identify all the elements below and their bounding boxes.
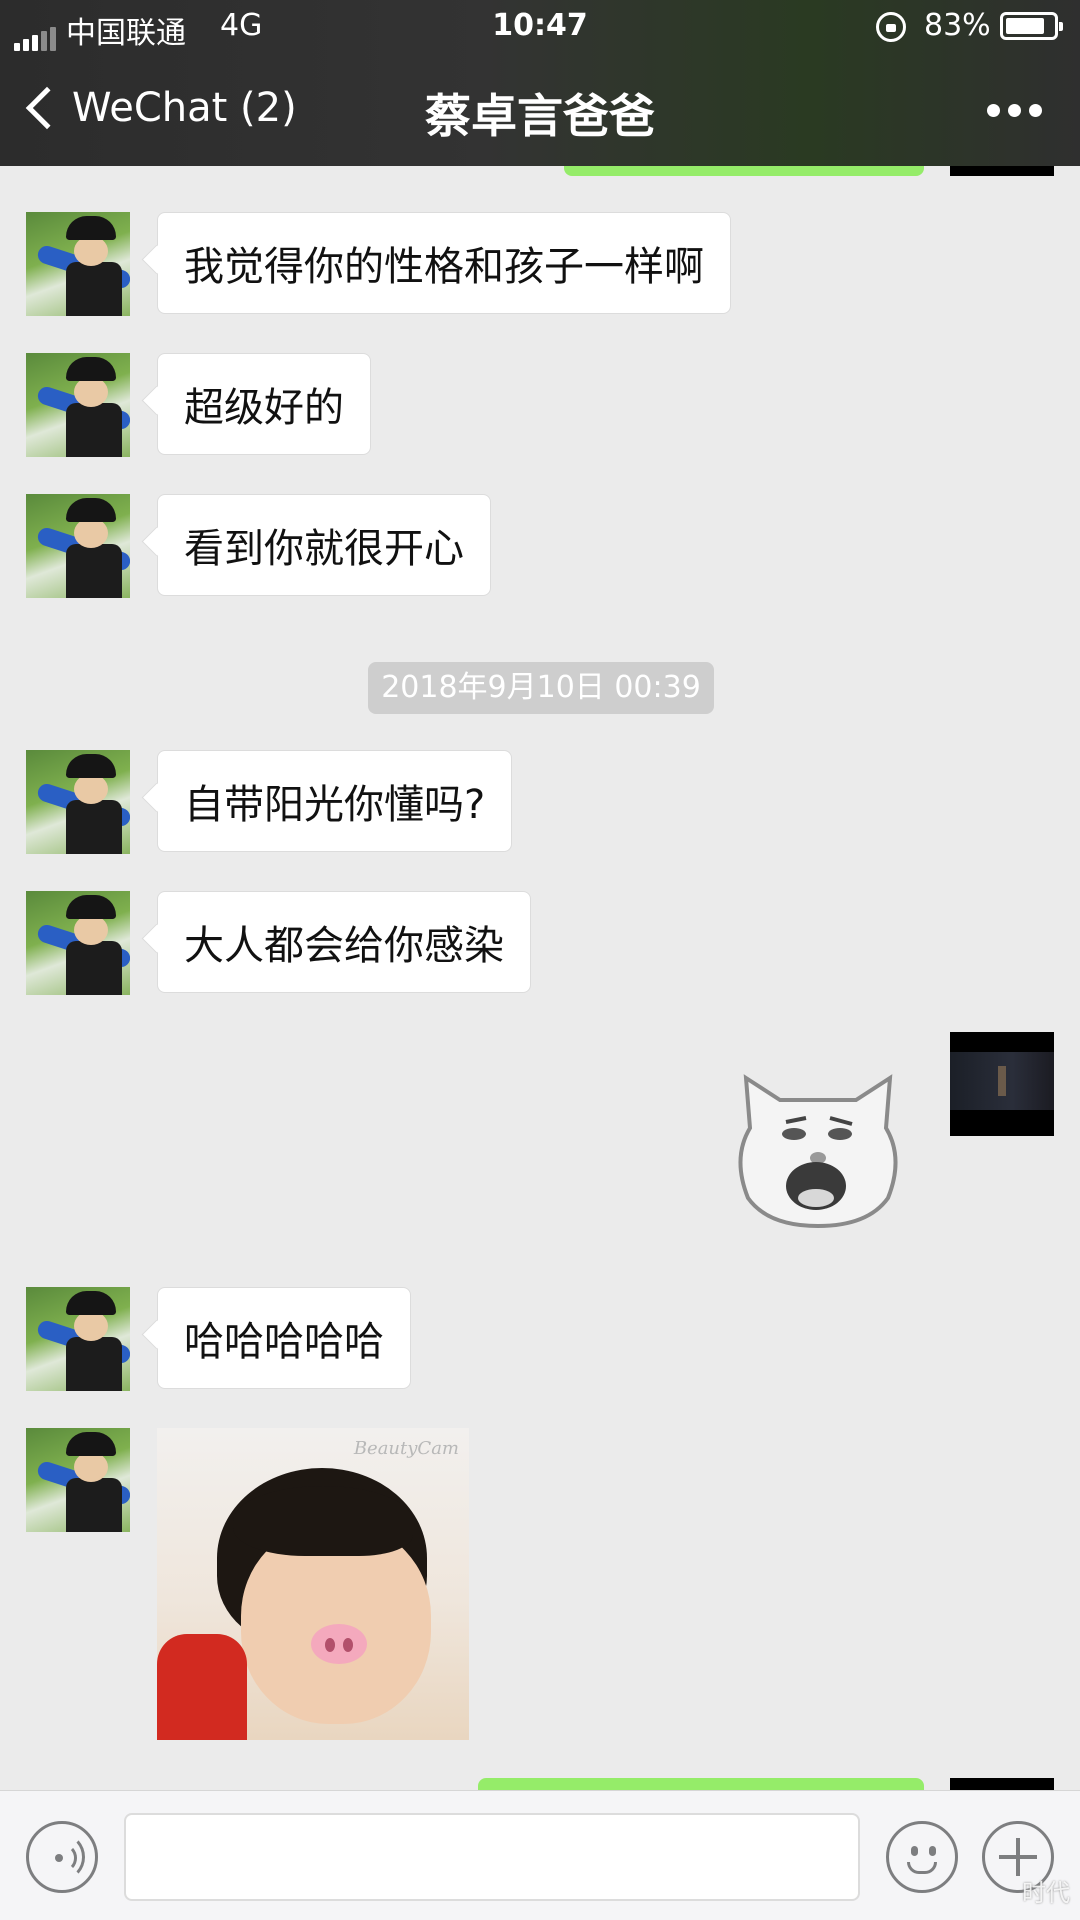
contact-avatar[interactable] xyxy=(26,891,130,995)
message-bubble[interactable]: 自带阳光你懂吗? xyxy=(157,750,513,852)
chat-history[interactable]: 我觉得你的性格和孩子一样啊 超级好的 看到你就很开心 2018年9月10日 00… xyxy=(0,166,1080,1790)
navigation-bar: WeChat (2) 蔡卓言爸爸 xyxy=(0,54,1080,166)
message-bubble[interactable]: 我觉得你的性格和孩子一样啊 xyxy=(157,212,731,314)
rotation-lock-icon xyxy=(876,12,906,42)
emoji-icon[interactable] xyxy=(886,1821,958,1893)
photo-watermark: BeautyCam xyxy=(353,1438,459,1459)
top-bar: 中国联通 4G 10:47 83% WeChat (2) 蔡卓言爸爸 xyxy=(0,0,1080,166)
battery-icon xyxy=(1000,12,1063,40)
more-icon[interactable] xyxy=(987,104,1042,117)
self-bubble-partial xyxy=(564,166,924,176)
baby-photo-message[interactable]: BeautyCam xyxy=(157,1428,469,1740)
contact-avatar[interactable] xyxy=(26,750,130,854)
message-bubble[interactable]: 大人都会给你感染 xyxy=(157,891,531,993)
self-bubble-partial xyxy=(478,1778,924,1790)
message-input[interactable] xyxy=(124,1813,860,1901)
battery-fill xyxy=(1006,18,1044,34)
message-bubble[interactable]: 哈哈哈哈哈 xyxy=(157,1287,411,1389)
image-watermark: 时代 xyxy=(1022,1879,1070,1907)
message-bubble[interactable]: 看到你就很开心 xyxy=(157,494,491,596)
contact-avatar[interactable] xyxy=(26,494,130,598)
message-bubble[interactable]: 超级好的 xyxy=(157,353,371,455)
message-timestamp: 2018年9月10日 00:39 xyxy=(368,662,714,714)
self-avatar-partial xyxy=(950,1778,1054,1790)
voice-icon[interactable] xyxy=(26,1821,98,1893)
status-time: 10:47 xyxy=(492,8,588,43)
contact-avatar[interactable] xyxy=(26,212,130,316)
self-avatar-partial xyxy=(950,166,1054,176)
chat-title: 蔡卓言爸爸 xyxy=(425,89,655,143)
contact-avatar[interactable] xyxy=(26,1287,130,1391)
contact-avatar[interactable] xyxy=(26,1428,130,1532)
pig-face-sticker[interactable] xyxy=(728,1058,908,1228)
self-avatar[interactable] xyxy=(950,1032,1054,1136)
battery-percent: 83% xyxy=(924,8,991,43)
status-bar: 中国联通 4G 10:47 83% xyxy=(0,0,1080,54)
input-bar: 时代 xyxy=(0,1790,1080,1920)
contact-avatar[interactable] xyxy=(26,353,130,457)
